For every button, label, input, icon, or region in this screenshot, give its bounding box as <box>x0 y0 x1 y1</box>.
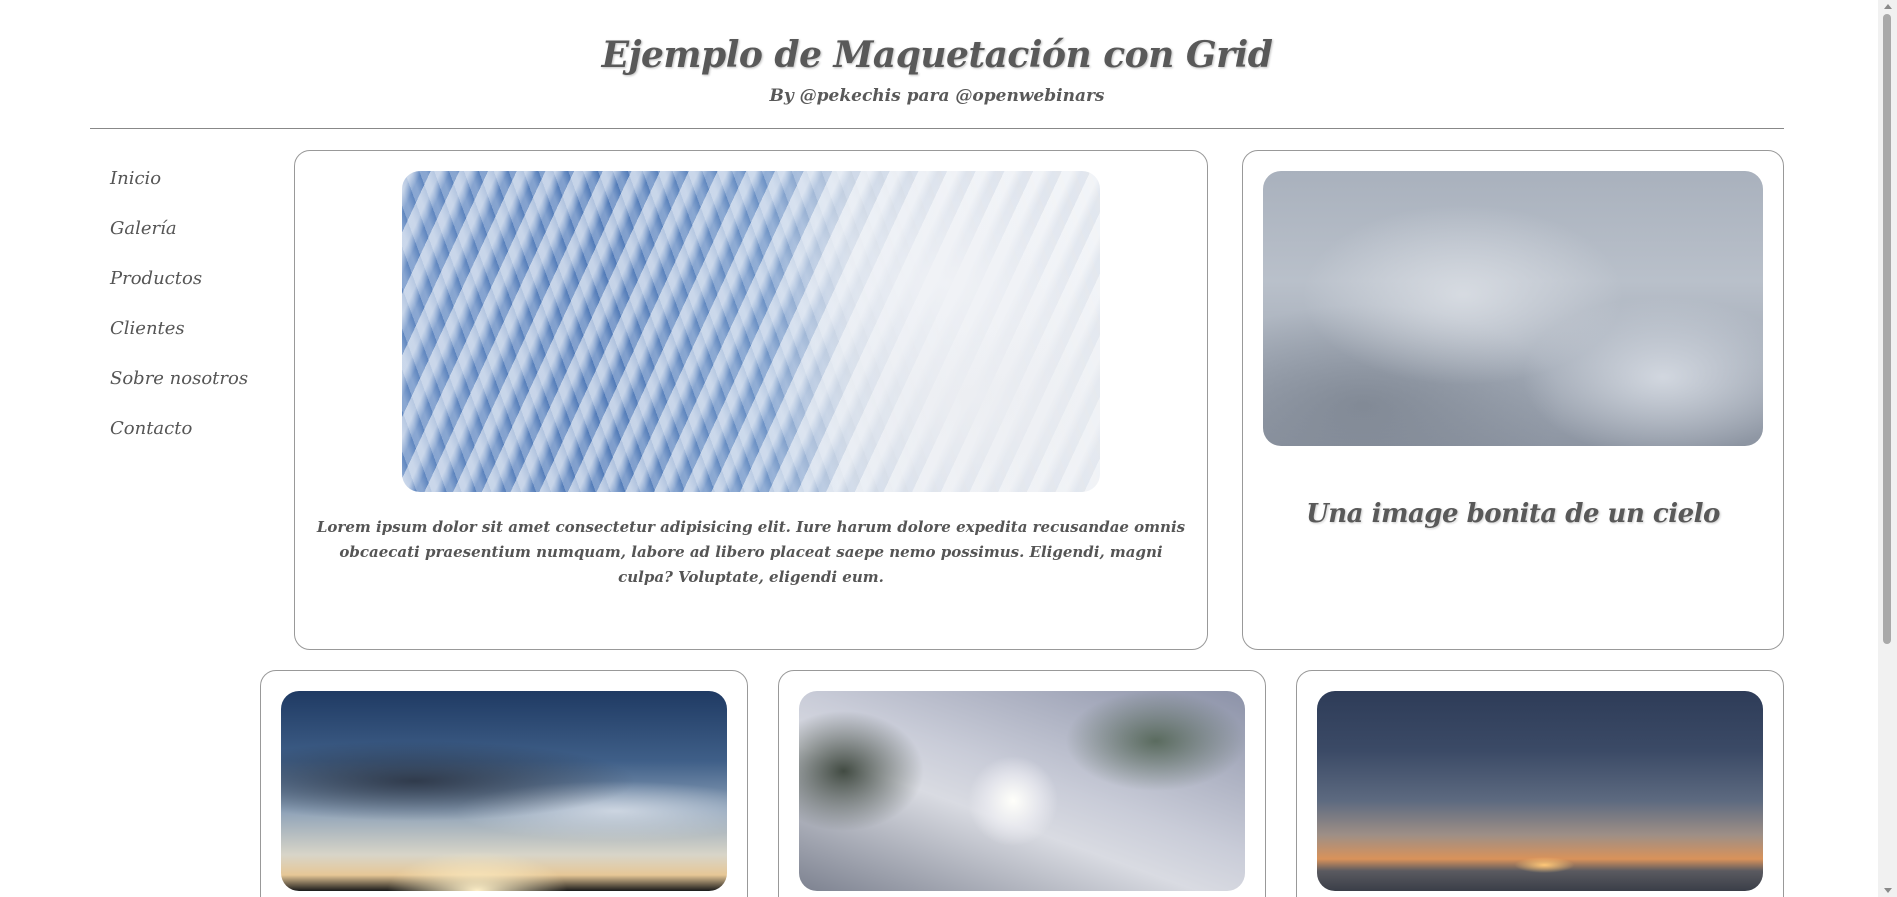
gallery-card-1 <box>260 670 748 897</box>
nav-item-contacto[interactable]: Contacto <box>110 418 280 468</box>
scroll-down-arrow-icon[interactable] <box>1884 888 1892 893</box>
site-header: Ejemplo de Maquetación con Grid By @peke… <box>90 0 1784 129</box>
vertical-scrollbar[interactable] <box>1878 0 1897 897</box>
page-title: Ejemplo de Maquetación con Grid <box>601 34 1273 76</box>
scrollbar-thumb[interactable] <box>1883 14 1891 644</box>
main-article-text: Lorem ipsum dolor sit amet consectetur a… <box>316 518 1186 586</box>
nav-item-clientes[interactable]: Clientes <box>110 318 280 368</box>
main-nav: Inicio Galería Productos Clientes Sobre … <box>110 168 280 468</box>
sunset-clouds-photo <box>281 691 727 891</box>
nav-item-galeria[interactable]: Galería <box>110 218 280 268</box>
side-card-title: Una image bonita de un cielo <box>1306 498 1720 529</box>
gallery-card-2 <box>778 670 1266 897</box>
main-article-card: Lorem ipsum dolor sit amet consectetur a… <box>294 150 1208 650</box>
cloudy-sky-photo <box>1263 171 1763 446</box>
tree-sun-photo <box>799 691 1245 891</box>
sea-sunset-photo <box>1317 691 1763 891</box>
gallery-card-3 <box>1296 670 1784 897</box>
nav-item-productos[interactable]: Productos <box>110 268 280 318</box>
nav-item-inicio[interactable]: Inicio <box>110 168 280 218</box>
nav-item-sobre-nosotros[interactable]: Sobre nosotros <box>110 368 280 418</box>
page-subtitle: By @pekechis para @openwebinars <box>769 86 1105 106</box>
blue-sky-clouds-photo <box>402 171 1100 492</box>
page: Ejemplo de Maquetación con Grid By @peke… <box>0 0 1878 897</box>
scroll-up-arrow-icon[interactable] <box>1884 4 1892 9</box>
side-card: Una image bonita de un cielo <box>1242 150 1784 650</box>
